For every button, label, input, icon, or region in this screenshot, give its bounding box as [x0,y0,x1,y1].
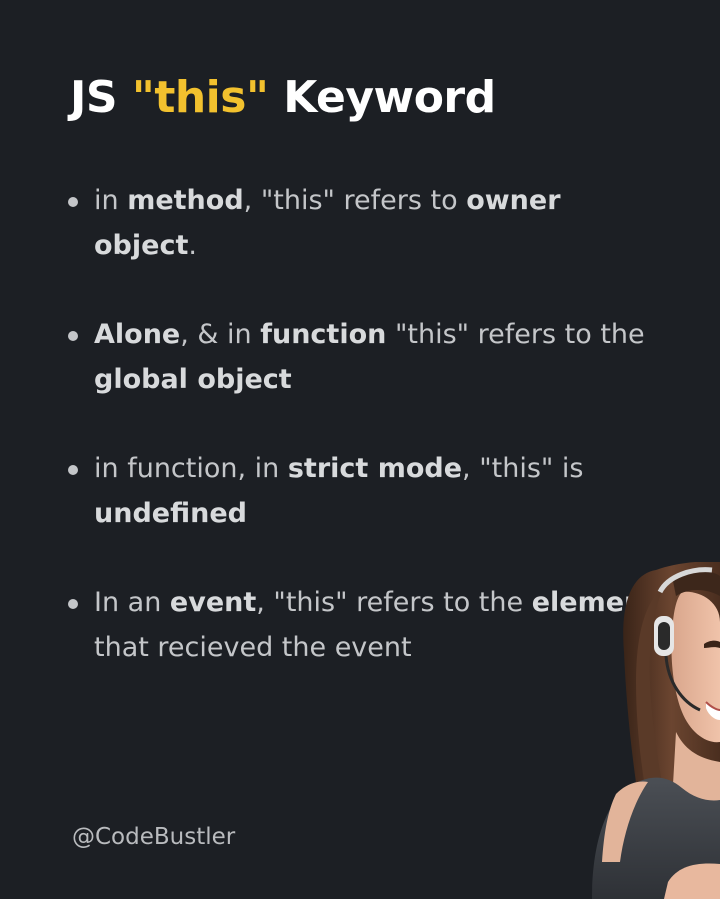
bullet-text: , & in [180,319,261,350]
bullet-bold-text: global object [94,364,292,395]
bullet-text: in [94,185,128,216]
bullet-bold-text: method [127,185,244,216]
bullet-dot-icon [68,465,78,475]
author-handle: @CodeBustler [72,824,236,850]
bullet-text: that recieved the event [94,632,412,663]
bullet-dot-icon [68,331,78,341]
title-highlight: "this" [131,72,269,123]
woman-with-headset-photo [592,562,720,899]
bullet-text: , "this" is [462,453,584,484]
bullet-bold-text: undefined [94,498,247,529]
title-suffix: Keyword [268,72,496,123]
bullet-text: In an [94,587,170,618]
bullet-text: , "this" refers to [243,185,467,216]
page-title: JS "this" Keyword [70,72,496,123]
bullet-item: Alone, & in function "this" refers to th… [66,312,666,402]
bullet-text: , "this" refers to the [256,587,532,618]
title-prefix: JS [70,72,132,123]
bullet-text: . [188,230,197,261]
bullet-bold-text: function [260,319,387,350]
bullet-bold-text: Alone [94,319,181,350]
bullet-bold-text: event [169,587,257,618]
bullet-item: in method, "this" refers to owner object… [66,178,666,268]
bullet-dot-icon [68,599,78,609]
bullet-dot-icon [68,197,78,207]
bullet-item: in function, in strict mode, "this" is u… [66,446,666,536]
bullet-text: "this" refers to the [386,319,645,350]
bullet-text: in function, in [94,453,288,484]
bullet-bold-text: strict mode [287,453,463,484]
